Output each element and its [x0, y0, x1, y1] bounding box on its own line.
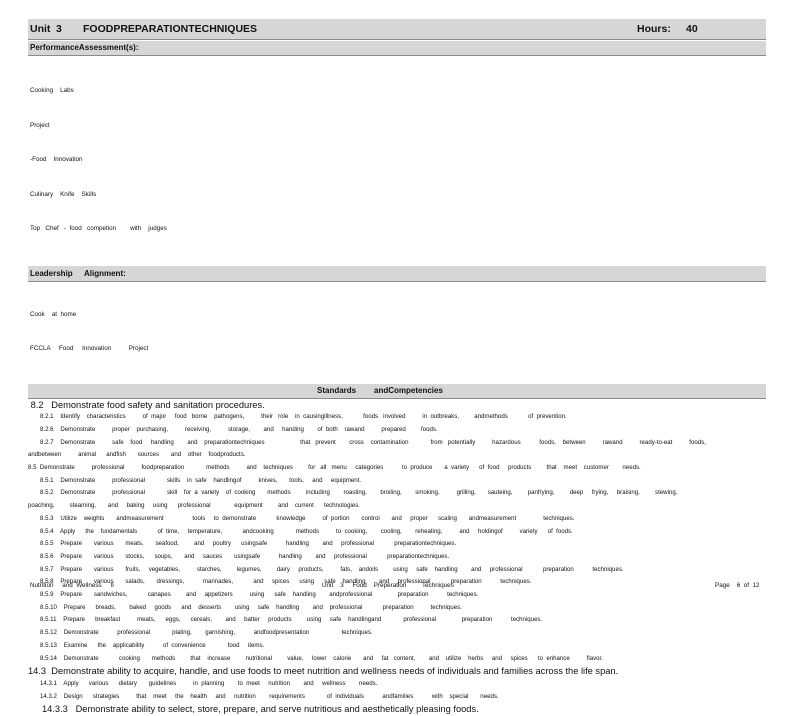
standards-bar: Standards andCompetencies [28, 384, 766, 399]
leadership-alignment-bar: Leadership Alignment: [28, 266, 766, 282]
hours-value: 40 [686, 23, 698, 35]
competency-line: 14.3.1 Apply various dietary guidelines … [28, 678, 766, 691]
leadership-list: Cook at home FCCLA Food Innovation Proje… [28, 286, 766, 378]
standards-label: Standards [317, 386, 356, 395]
unit-number: 3 [56, 23, 62, 35]
competency-line: 8.5.14 Demonstrate cooking methods that … [28, 653, 766, 666]
competency-line: 8.2.1 Identify characteristics of major … [28, 411, 766, 424]
competency-line: 8.5.9 Prepare sandwiches, canapes and ap… [28, 589, 766, 602]
competency-line: 8.5.6 Prepare various stocks, soups, and… [28, 551, 766, 564]
performance-item: Cooking Labs [30, 85, 766, 97]
unit-header-bar: Unit 3 FOODPREPARATIONTECHNIQUES Hours: … [28, 19, 766, 40]
alignment-label: Alignment: [84, 269, 126, 278]
competency-line: andbetween animal andfish sources and ot… [28, 449, 766, 462]
footer-page-number: Page 6 of 12 [715, 582, 759, 589]
performance-item: -Food Innovation [30, 154, 766, 166]
competency-line: 8.5.1 Demonstrate professional skills in… [28, 475, 766, 488]
document-page: Unit 3 FOODPREPARATIONTECHNIQUES Hours: … [28, 19, 766, 716]
competency-line: 8.5.3 Utilize weights andmeasurement too… [28, 513, 766, 526]
leadership-label: Leadership [30, 269, 73, 278]
competency-line: 14.3.2 Design strategies that meet the h… [28, 691, 766, 704]
standard-heading: 14.3.3 Demonstrate ability to select, st… [28, 703, 766, 716]
performance-item: Top Chef - food competion with judges [30, 223, 766, 235]
unit-label: Unit [30, 23, 50, 35]
footer-unit: Unit 3 Food Preperation Techniques [322, 582, 454, 589]
competency-line: 8.2.6 Demonstrate proper purchasing, rec… [28, 424, 766, 437]
performance-item: Project [30, 120, 766, 132]
competency-line: 8.5.11 Prepare breakfast meats, eggs, ce… [28, 614, 766, 627]
leadership-item: FCCLA Food Innovation Project [30, 343, 766, 355]
competency-line: 8.5.10 Prepare breads, baked goods and d… [28, 602, 766, 615]
competency-line: 8.5.12 Demonstrate professional plating,… [28, 627, 766, 640]
unit-title: FOODPREPARATIONTECHNIQUES [83, 23, 257, 35]
leadership-item: Cook at home [30, 309, 766, 321]
competency-line: 8.2.7 Demonstrate safe food handling and… [28, 437, 766, 450]
performance-assessment-list: Cooking Labs Project -Food Innovation Cu… [28, 62, 766, 258]
performance-assessment-label: PerformanceAssessment(s): [30, 43, 139, 52]
standards-list: 8.2 Demonstrate food safety and sanitati… [28, 399, 766, 716]
performance-assessment-bar: PerformanceAssessment(s): [28, 41, 766, 56]
footer-course: Nutrition and Wellness II [30, 582, 114, 589]
standard-heading: 8.2 Demonstrate food safety and sanitati… [28, 399, 766, 412]
standard-heading: 14.3 Demonstrate ability to acquire, han… [28, 665, 766, 678]
competency-line: 8.5.13 Examine the applicability of conv… [28, 640, 766, 653]
competency-line: 8.5 Demonstrate professional foodprepara… [28, 462, 766, 475]
hours-label: Hours: [637, 23, 671, 35]
competency-line: 8.5.7 Prepare various fruits, vegetables… [28, 564, 766, 577]
competency-line: 8.5.2 Demonstrate professional skill for… [28, 487, 766, 500]
competencies-label: andCompetencies [374, 386, 443, 395]
competency-line: 8.5.4 Apply the fundamentals of time, te… [28, 526, 766, 539]
competency-line: poaching, steaming, and baking using pro… [28, 500, 766, 513]
competency-line: 8.5.5 Prepare various meats, seafood, an… [28, 538, 766, 551]
performance-item: Culinary Knife Skills [30, 189, 766, 201]
